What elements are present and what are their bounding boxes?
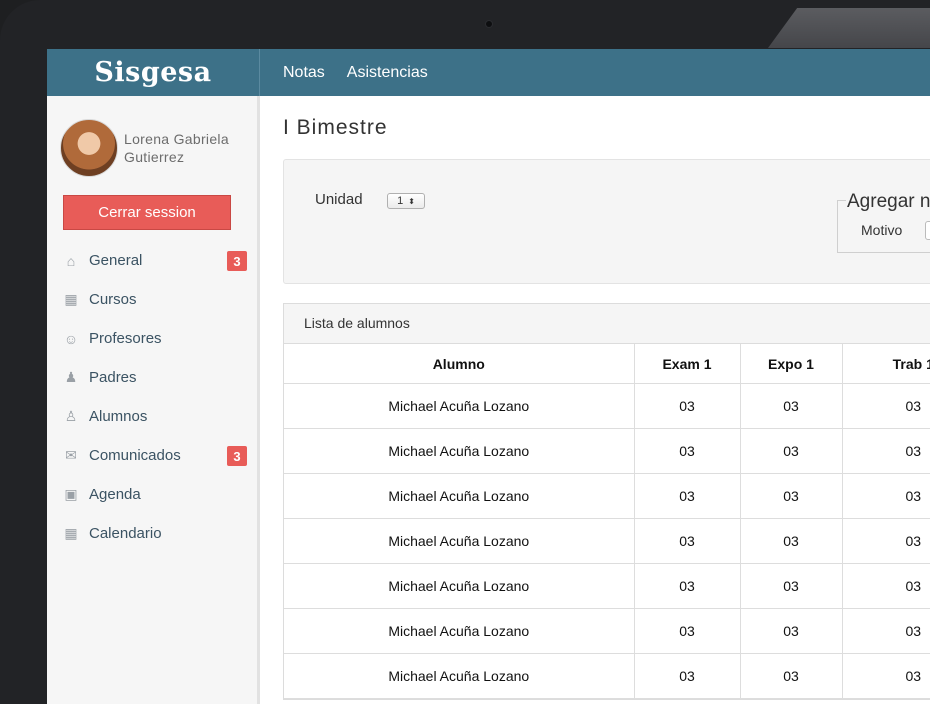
nav-notas[interactable]: Notas (283, 64, 325, 82)
table-row: Michael Acuña Lozano 03 03 03 (284, 383, 930, 429)
cell-exam1[interactable]: 03 (634, 473, 741, 519)
user-profile: Lorena Gabriela Gutierrez (60, 119, 229, 177)
app-screen: Sisgesa Notas Asistencias Lorena Gabriel… (47, 49, 930, 704)
table-row: Michael Acuña Lozano 03 03 03 (284, 473, 930, 519)
calendar-icon: ▦ (64, 291, 78, 307)
address-book-icon: ▣ (64, 486, 78, 502)
cell-exam1[interactable]: 03 (634, 518, 741, 564)
motivo-input[interactable] (925, 221, 930, 240)
main-content: I Bimestre Unidad 1 ⬍ Agregar no Motivo … (260, 96, 930, 704)
cell-alumno: Michael Acuña Lozano (284, 428, 635, 474)
top-navbar: Sisgesa Notas Asistencias (47, 49, 930, 96)
top-nav: Notas Asistencias (283, 49, 428, 96)
user-name-line-1: Lorena Gabriela (124, 131, 229, 147)
brand-name: Sisgesa (94, 57, 212, 88)
sidebar-item-label: Profesores (89, 330, 162, 347)
cell-trab1[interactable]: 03 (842, 383, 930, 429)
cell-trab1[interactable]: 03 (842, 608, 930, 654)
filter-well: Unidad 1 ⬍ Agregar no Motivo (283, 159, 930, 284)
col-header-exam1[interactable]: Exam 1 (634, 344, 741, 384)
sidebar-item-calendario[interactable]: ▦ Calendario (63, 514, 247, 553)
page-title: I Bimestre (283, 116, 388, 139)
cell-expo1[interactable]: 03 (740, 653, 843, 699)
grades-table: Alumno Exam 1 Expo 1 Trab 1 Michael Acuñ… (284, 344, 930, 699)
cell-exam1[interactable]: 03 (634, 608, 741, 654)
teacher-icon: ☺ (63, 330, 79, 347)
table-row: Michael Acuña Lozano 03 03 03 (284, 518, 930, 564)
envelope-icon: ✉ (65, 447, 77, 463)
cell-alumno: Michael Acuña Lozano (284, 383, 635, 429)
sidebar-item-label: Comunicados (89, 447, 181, 464)
unidad-select[interactable]: 1 ⬍ (387, 193, 425, 209)
sidebar-item-comunicados[interactable]: ✉ Comunicados 3 (63, 436, 247, 475)
sidebar-item-label: General (89, 252, 143, 269)
table-row: Michael Acuña Lozano 03 03 03 (284, 653, 930, 699)
sidebar-item-label: Alumnos (89, 408, 148, 425)
notification-badge: 3 (227, 446, 247, 466)
sidebar-item-label: Padres (89, 369, 137, 386)
nav-asistencias[interactable]: Asistencias (347, 64, 428, 82)
motivo-label: Motivo (861, 222, 903, 238)
sidebar-item-label: Calendario (89, 525, 162, 542)
sidebar-item-general[interactable]: ⌂ General 3 (63, 241, 247, 280)
sidebar-item-agenda[interactable]: ▣ Agenda (63, 475, 247, 514)
table-row: Michael Acuña Lozano 03 03 03 (284, 563, 930, 609)
cell-trab1[interactable]: 03 (842, 473, 930, 519)
cell-trab1[interactable]: 03 (842, 428, 930, 474)
sidebar-item-padres[interactable]: ♟ Padres (63, 358, 247, 397)
cell-alumno: Michael Acuña Lozano (284, 608, 635, 654)
table-header-row: Alumno Exam 1 Expo 1 Trab 1 (284, 344, 930, 384)
calendar-icon: ▦ (64, 525, 78, 541)
cell-expo1[interactable]: 03 (740, 518, 843, 564)
cell-expo1[interactable]: 03 (740, 428, 843, 474)
students-icon: ♙ (64, 408, 78, 424)
cell-alumno: Michael Acuña Lozano (284, 518, 635, 564)
agregar-legend: Agregar no (846, 191, 930, 213)
students-panel: Lista de alumnos Alumno Exam 1 Expo 1 Tr… (283, 303, 930, 700)
cell-exam1[interactable]: 03 (634, 428, 741, 474)
cell-exam1[interactable]: 03 (634, 653, 741, 699)
sidebar-item-label: Agenda (89, 486, 141, 503)
cell-expo1[interactable]: 03 (740, 608, 843, 654)
cell-exam1[interactable]: 03 (634, 563, 741, 609)
unidad-label: Unidad (315, 191, 363, 208)
cell-alumno: Michael Acuña Lozano (284, 653, 635, 699)
notification-badge: 3 (227, 251, 247, 271)
brand-logo[interactable]: Sisgesa (47, 49, 260, 96)
col-header-trab1[interactable]: Trab 1 (842, 344, 930, 384)
cell-alumno: Michael Acuña Lozano (284, 563, 635, 609)
table-row: Michael Acuña Lozano 03 03 03 (284, 608, 930, 654)
cell-expo1[interactable]: 03 (740, 383, 843, 429)
user-name-line-2: Gutierrez (124, 149, 185, 165)
select-arrows-icon: ⬍ (408, 196, 415, 206)
avatar (60, 119, 118, 177)
user-name: Lorena Gabriela Gutierrez (124, 130, 229, 166)
sidebar-menu: ⌂ General 3 ▦ Cursos ☺ Profesores ♟ Padr… (63, 241, 247, 553)
sidebar-item-label: Cursos (89, 291, 137, 308)
cell-trab1[interactable]: 03 (842, 563, 930, 609)
home-icon: ⌂ (66, 252, 76, 269)
unidad-select-value: 1 (397, 195, 404, 207)
cell-expo1[interactable]: 03 (740, 563, 843, 609)
table-row: Michael Acuña Lozano 03 03 03 (284, 428, 930, 474)
cell-trab1[interactable]: 03 (842, 518, 930, 564)
parent-icon: ♟ (64, 369, 78, 385)
agregar-fieldset: Agregar no Motivo (837, 191, 930, 253)
logout-button[interactable]: Cerrar session (63, 195, 231, 230)
sidebar: Lorena Gabriela Gutierrez Cerrar session… (47, 96, 260, 704)
camera-icon (486, 21, 492, 27)
col-header-alumno[interactable]: Alumno (284, 344, 635, 384)
col-header-expo1[interactable]: Expo 1 (740, 344, 843, 384)
laptop-bezel: Sisgesa Notas Asistencias Lorena Gabriel… (0, 0, 930, 704)
sidebar-item-alumnos[interactable]: ♙ Alumnos (63, 397, 247, 436)
cell-alumno: Michael Acuña Lozano (284, 473, 635, 519)
cell-trab1[interactable]: 03 (842, 653, 930, 699)
panel-title: Lista de alumnos (284, 304, 930, 344)
sidebar-item-profesores[interactable]: ☺ Profesores (63, 319, 247, 358)
cell-expo1[interactable]: 03 (740, 473, 843, 519)
sidebar-item-cursos[interactable]: ▦ Cursos (63, 280, 247, 319)
cell-exam1[interactable]: 03 (634, 383, 741, 429)
